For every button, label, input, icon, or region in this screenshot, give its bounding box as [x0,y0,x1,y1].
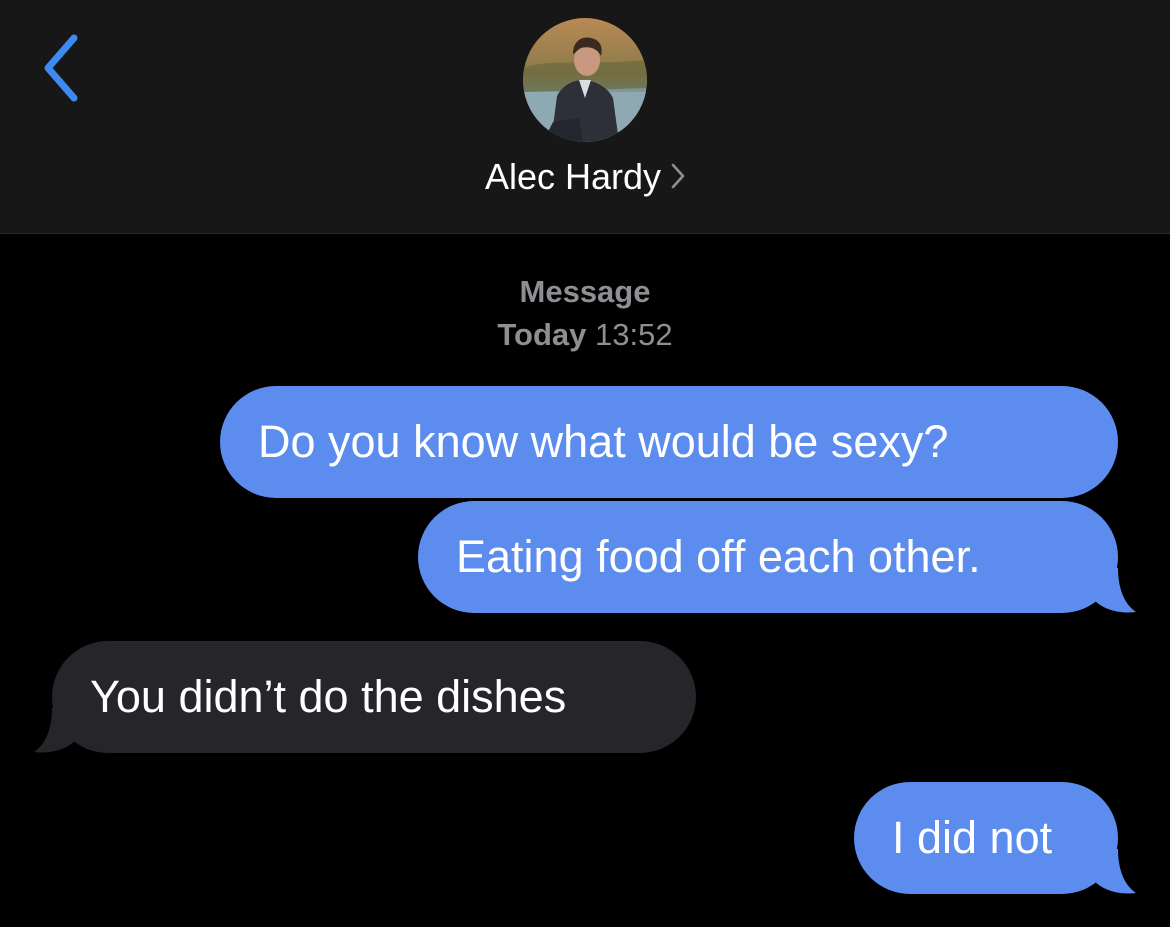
bubble-tail [1090,568,1136,613]
contact-name: Alec Hardy [484,156,662,197]
thread-timestamp: Message Today 13:52 [0,270,1170,356]
messages-screen: Alec Hardy Message Today 13:52 Do you kn… [0,0,1170,927]
bubble-tail [34,708,80,753]
chevron-left-icon [44,34,78,102]
time-label: 13:52 [595,317,673,352]
message-text: Eating food off each other. [456,531,981,582]
service-label: Message [519,274,651,309]
day-label: Today [497,317,587,352]
back-button[interactable] [30,28,90,108]
contact-avatar[interactable] [523,18,647,142]
timestamp-line: Today 13:52 [0,313,1170,356]
message-text: You didn’t do the dishes [90,671,567,722]
sent-message-bubble[interactable]: Eating food off each other. [418,501,1118,613]
received-message-bubble[interactable]: You didn’t do the dishes [52,641,696,753]
bubble-tail [1090,849,1136,894]
sent-message-bubble[interactable]: Do you know what would be sexy? [220,386,1118,498]
sent-message-bubble[interactable]: I did not [854,782,1118,894]
conversation-header: Alec Hardy [0,0,1170,234]
avatar-photo [523,18,647,142]
message-text: Do you know what would be sexy? [258,416,949,467]
message-text: I did not [892,812,1053,863]
chevron-right-icon [671,152,685,202]
contact-name-button[interactable]: Alec Hardy [0,152,1170,202]
